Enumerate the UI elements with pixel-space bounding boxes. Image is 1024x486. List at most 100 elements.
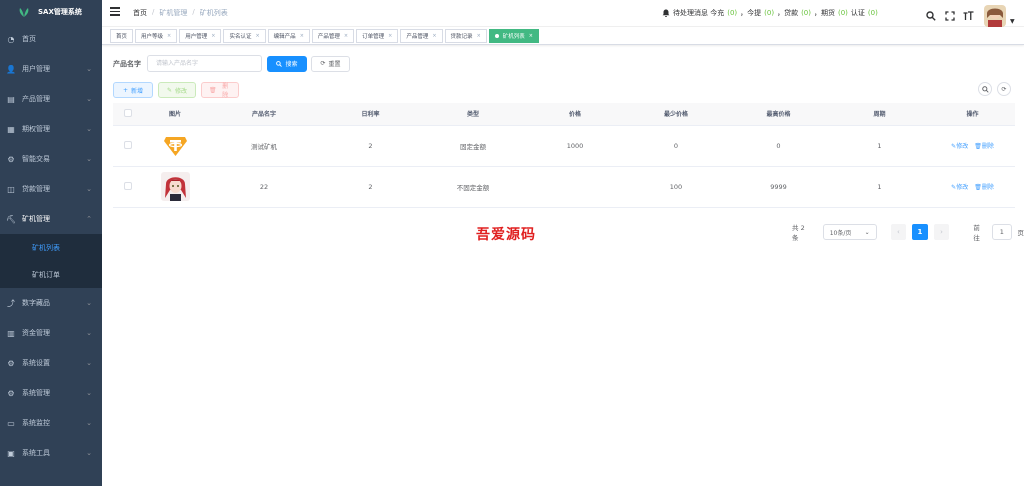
- chevron-down-icon: ⌄: [86, 185, 92, 193]
- col-price: 价格: [526, 103, 624, 126]
- row-edit-link[interactable]: ✎修改: [951, 143, 968, 150]
- row-name: 测试矿机: [207, 125, 321, 167]
- user-icon: 👤: [6, 64, 16, 74]
- sidebar-item[interactable]: ▣ 系统工具 ⌄: [0, 438, 102, 468]
- tag-item[interactable]: 产品管理 ×: [400, 28, 443, 43]
- product-icon: ▤: [7, 94, 15, 104]
- close-icon[interactable]: ×: [300, 33, 304, 39]
- notice-label: ，期货: [814, 9, 835, 17]
- tag-item[interactable]: 用户等级 ×: [135, 28, 178, 43]
- goto-prefix: 前往: [973, 224, 980, 242]
- pending-notice[interactable]: 待处理消息 今充 (0) ，今提 (0) ，贷款 (0) ，期货 (0) 认证 …: [662, 8, 878, 18]
- refresh-icon: ⟳: [320, 60, 326, 67]
- search-button[interactable]: 搜索: [267, 55, 307, 72]
- sidebar-item-label: 矿机管理: [22, 215, 50, 223]
- table-tools: ⟳: [978, 82, 1011, 96]
- tag-item[interactable]: 实名认证 ×: [223, 28, 266, 43]
- chevron-down-icon: ⌄: [86, 359, 92, 367]
- close-icon[interactable]: ×: [477, 33, 481, 39]
- tag-item[interactable]: 贷款记录 ×: [444, 28, 487, 43]
- close-icon[interactable]: ×: [432, 33, 436, 39]
- table-row: 测试矿机 2 固定金额 1000 0 0 1 ✎修改 🗑删除: [113, 125, 1015, 167]
- sidebar-item[interactable]: ▭ 系统监控 ⌄: [0, 408, 102, 438]
- sidebar-item[interactable]: ▤ 产品管理 ⌄: [0, 84, 102, 114]
- hamburger-icon[interactable]: [110, 7, 120, 17]
- sidebar-item[interactable]: ⤴ 数字藏品 ⌄: [0, 288, 102, 318]
- submenu-item[interactable]: 矿机订单: [0, 261, 102, 288]
- refresh-icon[interactable]: ⟳: [997, 82, 1011, 96]
- select-all-checkbox[interactable]: [124, 108, 132, 117]
- row-edit-link[interactable]: ✎修改: [951, 184, 968, 191]
- sidebar-item-label: 智能交易: [22, 155, 50, 163]
- reset-button[interactable]: ⟳ 重置: [311, 55, 350, 72]
- next-page-button[interactable]: ›: [933, 224, 950, 240]
- font-size-icon[interactable]: [963, 10, 974, 22]
- product-name-input[interactable]: [147, 55, 262, 72]
- chevron-down-icon: ⌄: [86, 299, 92, 307]
- col-cycle: 周期: [829, 103, 930, 126]
- row-checkbox[interactable]: [124, 140, 132, 149]
- submenu: 矿机列表 矿机订单: [0, 234, 102, 288]
- tag-item[interactable]: 产品管理 ×: [311, 28, 355, 43]
- tether-logo-image: [160, 131, 190, 160]
- fullscreen-icon[interactable]: [944, 10, 955, 22]
- close-icon[interactable]: ×: [167, 33, 171, 39]
- search-icon[interactable]: [925, 10, 936, 22]
- goto-page-input[interactable]: 1: [992, 224, 1012, 240]
- col-rate: 日利率: [321, 103, 420, 126]
- tag-item[interactable]: 订单管理 ×: [356, 28, 399, 43]
- toggle-search-icon[interactable]: [978, 82, 992, 96]
- sidebar-item-label: 贷款管理: [22, 185, 50, 193]
- sidebar-item[interactable]: ⚙ 系统设置 ⌄: [0, 348, 102, 378]
- breadcrumb-home[interactable]: 首页: [133, 8, 147, 18]
- reset-button-label: 重置: [328, 61, 341, 68]
- logo[interactable]: SAX管理系统: [0, 0, 102, 24]
- close-icon[interactable]: ×: [344, 33, 348, 39]
- delete-button[interactable]: 🗑 删除: [201, 82, 239, 99]
- select-all-cell[interactable]: [113, 103, 143, 126]
- sidebar-item[interactable]: ⚙ 系统管理 ⌄: [0, 378, 102, 408]
- sidebar-item[interactable]: ◔ 首页: [0, 24, 102, 54]
- sidebar-item[interactable]: ◫ 贷款管理 ⌄: [0, 174, 102, 204]
- close-icon[interactable]: ×: [255, 33, 259, 39]
- logo-icon: [19, 7, 29, 17]
- row-name: 22: [207, 166, 321, 208]
- close-icon[interactable]: ×: [388, 33, 392, 39]
- sidebar-item[interactable]: ⚙ 智能交易 ⌄: [0, 144, 102, 174]
- close-icon[interactable]: ×: [211, 33, 215, 39]
- app-title: SAX管理系统: [38, 8, 82, 16]
- chevron-down-icon: ⌄: [864, 228, 870, 236]
- close-icon[interactable]: ×: [529, 33, 533, 39]
- prev-page-button[interactable]: ‹: [890, 224, 907, 240]
- sidebar-item-label: 首页: [22, 35, 36, 43]
- add-button[interactable]: + 新增: [113, 82, 153, 98]
- row-delete-link[interactable]: 🗑删除: [974, 184, 994, 191]
- tag-item[interactable]: 用户管理 ×: [179, 28, 222, 43]
- row-max-price: 0: [728, 125, 829, 167]
- breadcrumb-current: 矿机列表: [199, 9, 228, 17]
- tag-item[interactable]: 矿机列表 ×: [488, 28, 539, 43]
- edit-button[interactable]: ✎ 修改: [158, 82, 196, 98]
- submenu-item[interactable]: 矿机列表: [0, 234, 102, 261]
- sidebar-item-label: 系统工具: [22, 449, 50, 457]
- sidebar-item[interactable]: ⛏ 矿机管理 ⌃: [0, 204, 102, 234]
- chevron-down-icon[interactable]: ▼: [1010, 18, 1015, 25]
- page-size-select[interactable]: 10条/页 ⌄: [822, 224, 877, 240]
- tag-label: 订单管理: [362, 33, 385, 40]
- dashboard-icon: ◔: [7, 34, 15, 44]
- row-delete-link[interactable]: 🗑删除: [974, 143, 994, 150]
- withdraw-count: (0): [764, 9, 775, 17]
- sidebar-item-label: 用户管理: [22, 65, 50, 73]
- futures-count: (0): [838, 9, 848, 17]
- avatar[interactable]: [984, 5, 1006, 27]
- tag-item[interactable]: 首页: [110, 28, 134, 43]
- page-number[interactable]: 1: [912, 224, 928, 240]
- sidebar-item[interactable]: ▦ 期权管理 ⌄: [0, 114, 102, 144]
- row-checkbox[interactable]: [124, 181, 132, 190]
- table-header-row: 图片 产品名字 日利率 类型 价格 最少价格 最高价格 周期 操作: [113, 103, 1015, 126]
- tag-item[interactable]: 编辑产品 ×: [267, 28, 310, 43]
- sidebar-item[interactable]: ▥ 资金管理 ⌄: [0, 318, 102, 348]
- sidebar-item[interactable]: 👤 用户管理 ⌄: [0, 54, 102, 84]
- notice-label: ，贷款: [777, 9, 799, 17]
- gear-icon: ⚙: [7, 154, 15, 164]
